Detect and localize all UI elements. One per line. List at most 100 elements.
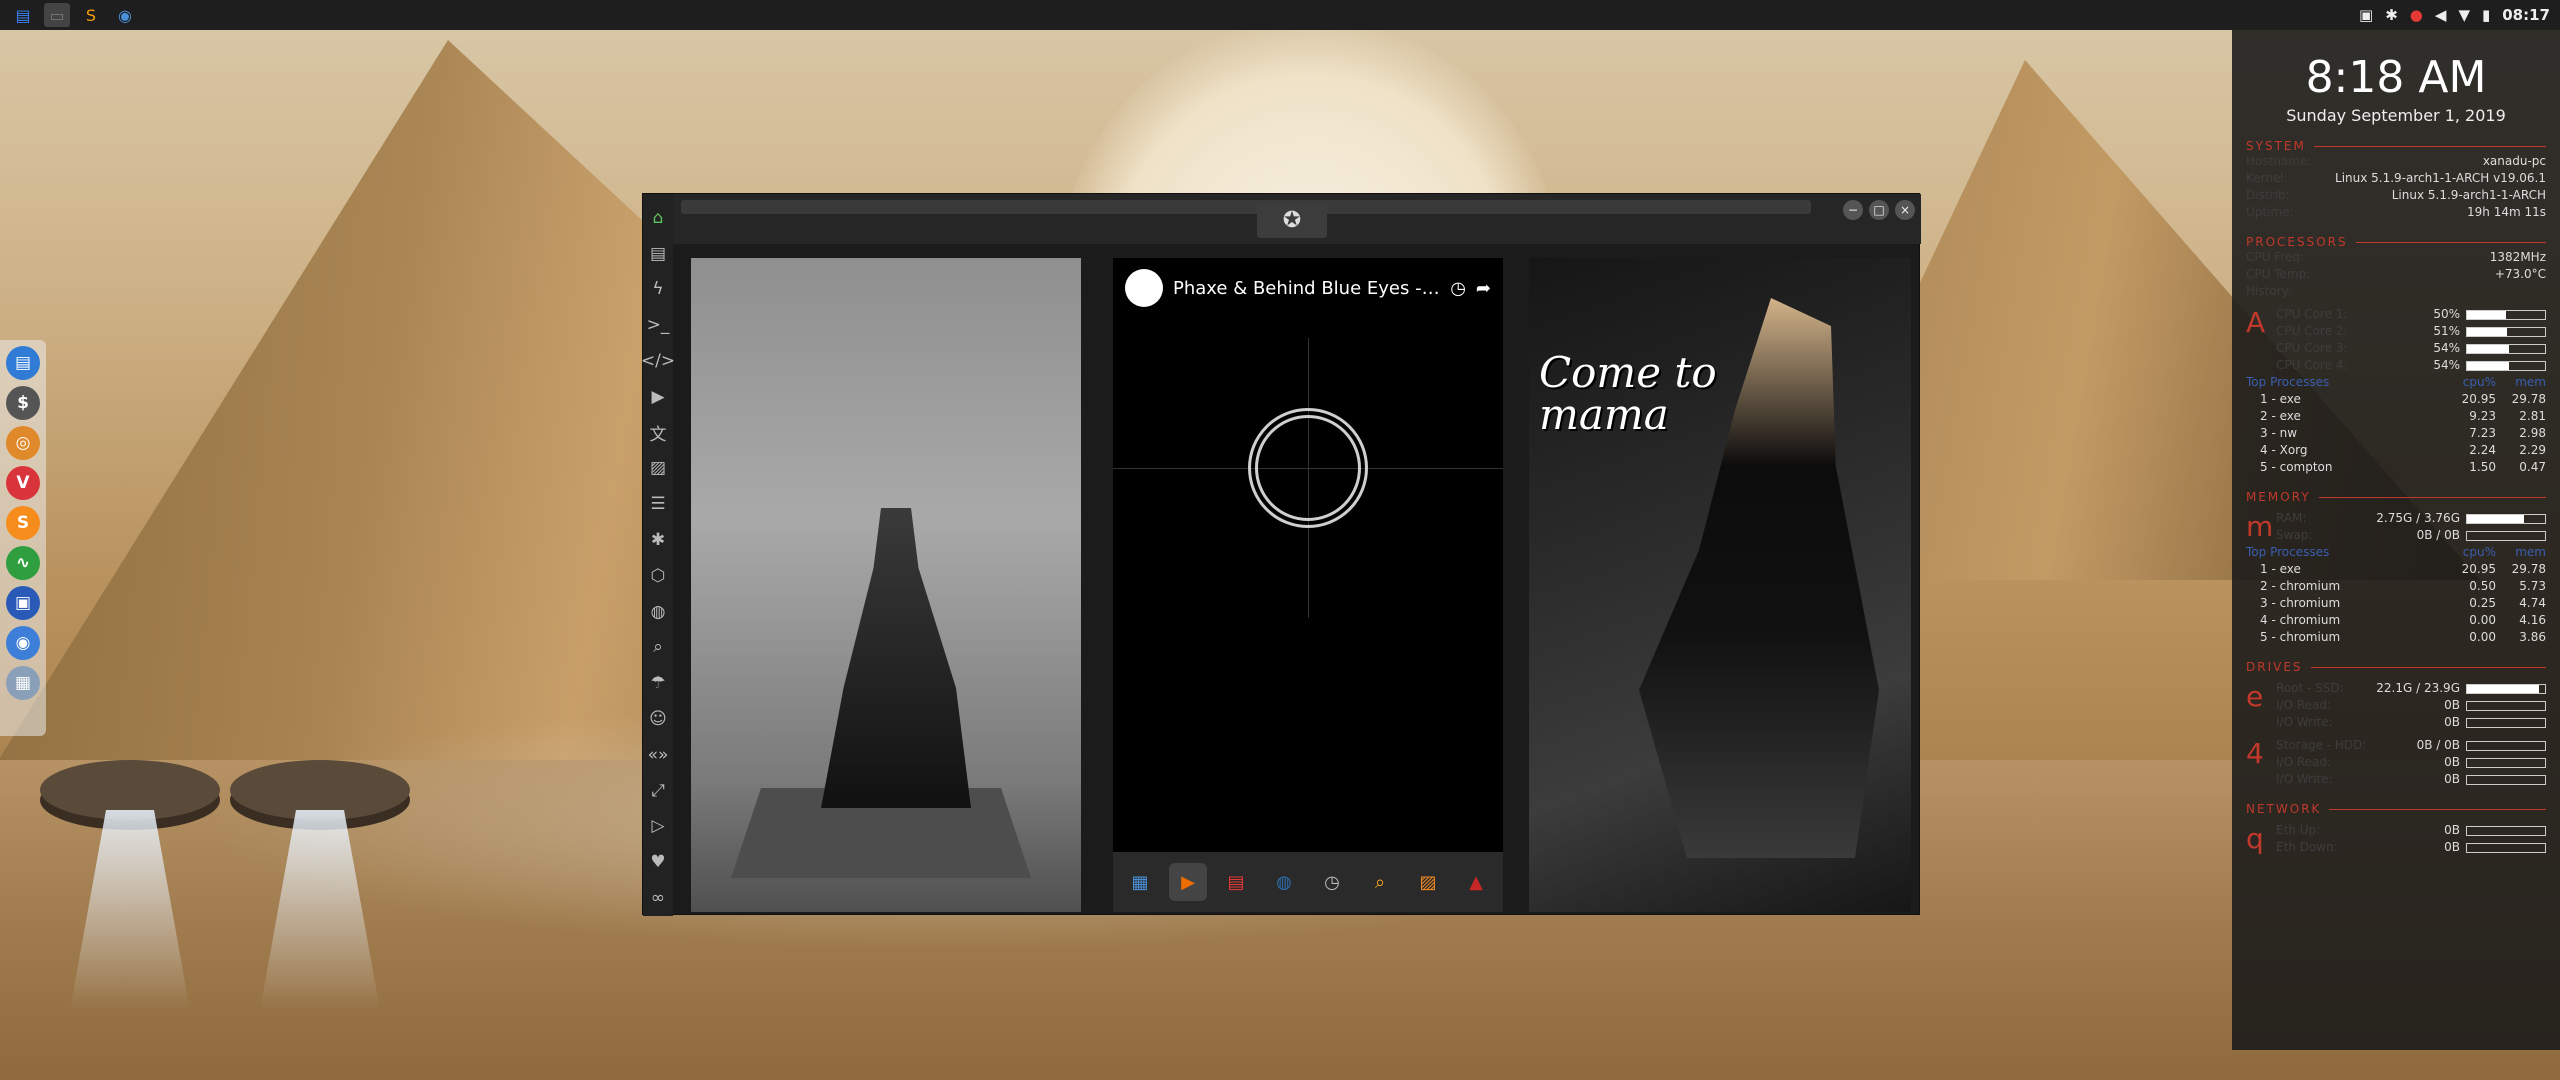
maximize-button[interactable]: □ — [1869, 200, 1889, 220]
magnifier-icon[interactable]: ⌕ — [1361, 863, 1399, 901]
search-icon[interactable]: ⌕ — [643, 630, 673, 666]
row-label: Distrib: — [2246, 188, 2290, 202]
row-value: 2.75G / 3.76G — [2376, 511, 2460, 525]
process-cpu: 0.00 — [2469, 630, 2496, 644]
umbrella-icon[interactable]: ☂ — [643, 665, 673, 701]
contacts-icon[interactable]: ☺ — [643, 701, 673, 737]
row-value: 0B — [2444, 840, 2460, 854]
conky-group: m RAM: 2.75G / 3.76G Swap: 0B / 0B — [2246, 510, 2546, 544]
usage-bar — [2466, 700, 2546, 711]
files-dock-icon[interactable]: ▤ — [6, 346, 40, 380]
usage-bar — [2466, 309, 2546, 320]
heart-icon[interactable]: ♥ — [643, 844, 673, 880]
process-mem: 29.78 — [2511, 562, 2546, 576]
close-button[interactable]: × — [1895, 200, 1915, 220]
process-cpu: 1.50 — [2469, 460, 2496, 474]
process-name: 3 - nw — [2260, 426, 2298, 440]
top-processes-table: Top Processes cpu% mem 1 - exe 20.95 29.78 2 -… — [2246, 374, 2546, 476]
news-icon[interactable]: ☰ — [643, 486, 673, 522]
process-name: 4 - chromium — [2260, 613, 2341, 627]
screen-dock-icon[interactable]: ▣ — [6, 586, 40, 620]
dollar-dock-icon[interactable]: $ — [6, 386, 40, 420]
photo-panel-right: Come to mama — [1529, 258, 1911, 912]
monitor-dock-icon[interactable]: ∿ — [6, 546, 40, 580]
chevrons-icon[interactable]: «» — [643, 737, 673, 773]
process-name: 4 - Xorg — [2260, 443, 2308, 457]
terminal-icon[interactable]: ▭ — [44, 3, 70, 27]
row-label: CPU Core 3: — [2276, 341, 2348, 355]
document-icon[interactable]: ▤ — [643, 236, 673, 272]
screenshot-tray-icon[interactable]: ▣ — [2359, 6, 2373, 24]
header-mem: mem — [2515, 545, 2546, 559]
expand-icon[interactable]: ⤢ — [643, 773, 673, 809]
play-arrow-icon[interactable]: ▶ — [1169, 863, 1207, 901]
volume-icon[interactable]: ◀ — [2435, 6, 2447, 24]
record-indicator-icon[interactable]: ● — [2410, 6, 2423, 24]
usage-bar — [2466, 360, 2546, 371]
sublime-icon[interactable]: S — [78, 3, 104, 27]
row-value: xanadu-pc — [2482, 154, 2546, 168]
system-tray: ▣ ✱ ● ◀ ▼ ▮ 08:17 — [2359, 6, 2550, 24]
video-title[interactable]: Phaxe & Behind Blue Eyes - ... — [1173, 278, 1440, 299]
conky-section-header: DRIVES — [2246, 660, 2546, 674]
lightning-icon[interactable]: ϟ — [643, 272, 673, 308]
battery-icon[interactable]: ▮ — [2482, 6, 2490, 24]
panel-clock[interactable]: 08:17 — [2502, 6, 2550, 24]
row-label: History: — [2246, 284, 2292, 298]
usage-bar-fill — [2467, 514, 2524, 523]
code-icon[interactable]: </> — [641, 343, 675, 379]
clock-icon[interactable]: ◷ — [1313, 863, 1351, 901]
process-cpu: 7.23 — [2469, 426, 2496, 440]
hexagon-icon[interactable]: ⬡ — [643, 558, 673, 594]
infinity-icon[interactable]: ∞ — [643, 880, 673, 916]
image-icon[interactable]: ▨ — [643, 451, 673, 487]
asterisk-icon[interactable]: ✱ — [643, 522, 673, 558]
conky-section-header: SYSTEM — [2246, 139, 2546, 153]
grid-dock-icon[interactable]: ▦ — [6, 666, 40, 700]
sublime-dock-icon[interactable]: S — [6, 506, 40, 540]
vivaldi-dock-icon[interactable]: V — [6, 466, 40, 500]
chrome-icon[interactable]: ◉ — [112, 3, 138, 27]
section-title: PROCESSORS — [2246, 235, 2348, 249]
globe-icon[interactable]: ◍ — [1265, 863, 1303, 901]
row-value: +73.0°C — [2494, 267, 2546, 281]
photos-icon[interactable]: ▨ — [1409, 863, 1447, 901]
row-label: Hostname: — [2246, 154, 2312, 168]
terminal-prompt-icon[interactable]: >_ — [643, 307, 673, 343]
table-row: 4 - chromium 0.00 4.16 — [2246, 612, 2546, 629]
channel-avatar[interactable] — [1125, 269, 1163, 307]
address-bar[interactable] — [681, 200, 1811, 214]
row-value: 50% — [2433, 307, 2460, 321]
section-title: SYSTEM — [2246, 139, 2306, 153]
share-icon[interactable]: ➦ — [1476, 278, 1491, 299]
calculator-icon[interactable]: ▦ — [1121, 863, 1159, 901]
play-icon[interactable]: ▶ — [643, 379, 673, 415]
minimize-button[interactable]: − — [1843, 200, 1863, 220]
row-value: 0B — [2444, 698, 2460, 712]
blender-dock-icon[interactable]: ◎ — [6, 426, 40, 460]
pdf-icon[interactable]: ▲ — [1457, 863, 1495, 901]
usage-bar-fill — [2467, 310, 2506, 319]
section-divider — [2313, 145, 2546, 147]
calendar-icon[interactable]: ▤ — [1217, 863, 1255, 901]
globe-icon[interactable]: ◍ — [643, 594, 673, 630]
row-value: 0B — [2444, 715, 2460, 729]
row-value: 0B — [2444, 755, 2460, 769]
bluetooth-icon[interactable]: ✱ — [2385, 6, 2398, 24]
youtube-icon[interactable]: ▷ — [643, 809, 673, 845]
conky-section-header: MEMORY — [2246, 490, 2546, 504]
fingerprint-logo-icon — [1248, 408, 1368, 528]
conky-bar-row: Root - SSD: 22.1G / 23.9G — [2276, 680, 2546, 697]
chromium-dock-icon[interactable]: ◉ — [6, 626, 40, 660]
rebel-logo-tab[interactable]: ✪ — [1257, 202, 1327, 238]
conky-bar-row: I/O Read: 0B — [2276, 754, 2546, 771]
home-icon[interactable]: ⌂ — [643, 200, 673, 236]
row-label: Uptime: — [2246, 205, 2294, 219]
files-icon[interactable]: ▤ — [10, 3, 36, 27]
process-mem: 4.74 — [2519, 596, 2546, 610]
row-label: Root - SSD: — [2276, 681, 2344, 695]
top-panel: ▤ ▭ S ◉ ▣ ✱ ● ◀ ▼ ▮ 08:17 — [0, 0, 2560, 30]
translate-icon[interactable]: 文 — [643, 415, 673, 451]
watch-later-icon[interactable]: ◷ — [1450, 278, 1466, 299]
wifi-icon[interactable]: ▼ — [2458, 6, 2470, 24]
